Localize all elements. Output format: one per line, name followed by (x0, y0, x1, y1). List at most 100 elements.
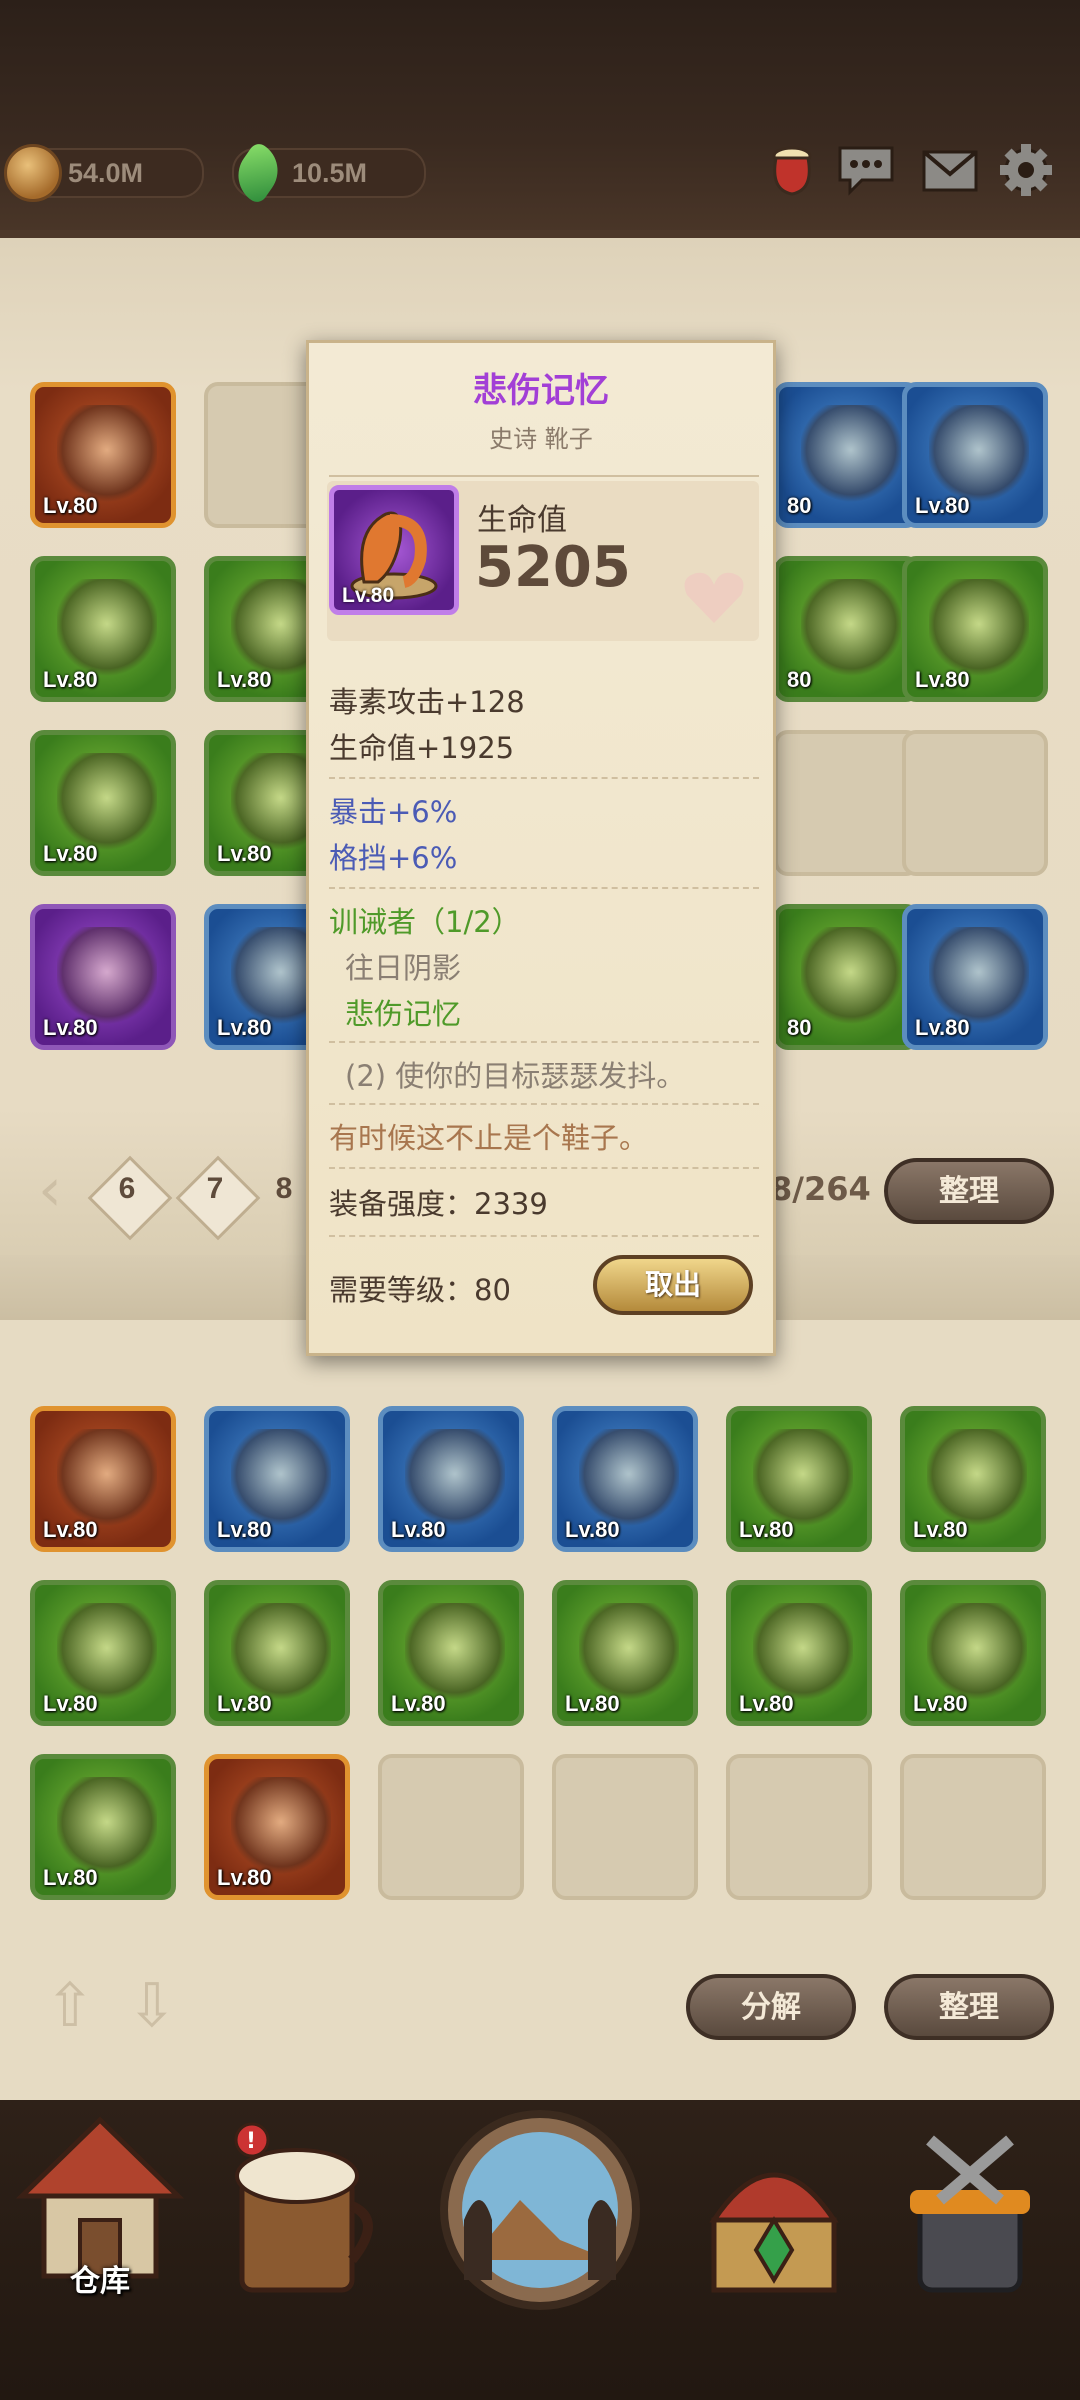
orb-icon (57, 1603, 157, 1703)
flavor-text: 有时候这不止是个鞋子。 (329, 1121, 649, 1155)
storage-slot[interactable]: Lv.80 (902, 556, 1048, 702)
tooltip-divider (329, 1103, 759, 1105)
flail-icon (231, 1777, 331, 1877)
storage-slot[interactable]: Lv.80 (902, 382, 1048, 528)
potion-icon[interactable] (762, 140, 822, 200)
nav-tavern[interactable]: ! (212, 2110, 392, 2310)
decompose-button[interactable]: 分解 (686, 1974, 856, 2040)
storage-slot[interactable]: Lv.80 (30, 556, 176, 702)
bonus-stat-1: 暴击+6% (329, 795, 458, 829)
bag-empty-slot[interactable] (726, 1754, 872, 1900)
tooltip-divider (329, 1167, 759, 1169)
storage-slot[interactable]: 80 (774, 382, 920, 528)
heart-icon (684, 572, 744, 623)
chat-icon[interactable] (836, 140, 896, 200)
item-level: Lv.80 (915, 1015, 970, 1040)
settings-icon[interactable] (996, 140, 1056, 200)
item-level: 80 (787, 493, 812, 518)
gem-icon (226, 140, 290, 206)
page-8-label: 8 (275, 1172, 293, 1205)
item-level: Lv.80 (217, 667, 272, 692)
mail-icon[interactable] (920, 140, 980, 200)
item-level: Lv.80 (915, 667, 970, 692)
item-level: Lv.80 (217, 1691, 272, 1716)
bag-slot[interactable]: Lv.80 (30, 1580, 176, 1726)
take-out-button[interactable]: 取出 (593, 1255, 753, 1315)
gem-counter[interactable]: 10.5M (226, 140, 426, 206)
storage-slot[interactable]: Lv.80 (30, 382, 176, 528)
nav-treasure[interactable] (684, 2110, 864, 2310)
gear-score: 装备强度：2339 (329, 1187, 548, 1221)
storage-empty-slot[interactable] (902, 730, 1048, 876)
boots-icon (57, 753, 157, 853)
storage-slot[interactable]: Lv.80 (30, 730, 176, 876)
scroll-down-arrow-icon[interactable]: ⇩ (122, 1976, 182, 2040)
storage-slot[interactable]: 80 (774, 556, 920, 702)
item-icon-level: Lv.80 (342, 584, 395, 607)
staff-icon (753, 1429, 853, 1529)
storage-slot[interactable]: 80 (774, 904, 920, 1050)
gauntlet-icon (929, 579, 1029, 679)
horn-icon (57, 927, 157, 1027)
book-icon (231, 1429, 331, 1529)
storage-empty-slot[interactable] (774, 730, 920, 876)
bag-slot[interactable]: Lv.80 (552, 1406, 698, 1552)
bag-slot[interactable]: Lv.80 (204, 1580, 350, 1726)
chestplate-icon (801, 405, 901, 505)
bag-slot[interactable]: Lv.80 (30, 1406, 176, 1552)
item-level: 80 (787, 1015, 812, 1040)
storage-slot[interactable]: Lv.80 (902, 904, 1048, 1050)
nav-warehouse[interactable]: 仓库 (10, 2110, 190, 2310)
amulet-icon (579, 1603, 679, 1703)
circlet-icon (57, 405, 157, 505)
coin-counter[interactable]: 54.0M (4, 144, 204, 202)
bag-slot[interactable]: Lv.80 (726, 1406, 872, 1552)
item-level: Lv.80 (565, 1691, 620, 1716)
item-level: Lv.80 (43, 493, 98, 518)
scroll-up-arrow-icon[interactable]: ⇧ (40, 1976, 100, 2040)
item-level: Lv.80 (913, 1691, 968, 1716)
item-level: Lv.80 (565, 1517, 620, 1542)
bag-sort-button[interactable]: 整理 (884, 1974, 1054, 2040)
bag-empty-slot[interactable] (900, 1754, 1046, 1900)
item-level: Lv.80 (915, 493, 970, 518)
treasure-icon (709, 2172, 839, 2293)
item-subtitle: 史诗 靴子 (489, 425, 593, 453)
set-item-2: 悲伤记忆 (345, 997, 462, 1031)
bag-slot[interactable]: Lv.80 (378, 1580, 524, 1726)
nav-forge[interactable] (880, 2110, 1060, 2310)
bag-slot[interactable]: Lv.80 (726, 1580, 872, 1726)
set-bonus: (2) 使你的目标瑟瑟发抖。 (345, 1059, 686, 1093)
item-icon: Lv.80 (329, 485, 459, 615)
forge-icon (910, 2135, 1030, 2293)
storage-slot[interactable]: Lv.80 (30, 904, 176, 1050)
tooltip-divider (329, 777, 759, 779)
feather-hat-icon (231, 1603, 331, 1703)
bag-slot[interactable]: Lv.80 (30, 1754, 176, 1900)
cloak-icon (801, 927, 901, 1027)
bag-empty-slot[interactable] (552, 1754, 698, 1900)
tooltip-divider (329, 475, 759, 477)
tooltip-divider (329, 1041, 759, 1043)
item-level: Lv.80 (217, 841, 272, 866)
bag-slot[interactable]: Lv.80 (900, 1406, 1046, 1552)
bag-empty-slot[interactable] (378, 1754, 524, 1900)
bag-slot[interactable]: Lv.80 (204, 1406, 350, 1552)
page-7-label: 7 (206, 1172, 224, 1205)
storage-count: 8/264 (770, 1170, 871, 1208)
svg-text:!: ! (246, 2129, 256, 2154)
coin-icon (4, 144, 62, 202)
bag-slot[interactable]: Lv.80 (204, 1754, 350, 1900)
set-name: 训诫者（1/2） (329, 905, 521, 939)
storage-sort-button[interactable]: 整理 (884, 1158, 1054, 1224)
item-level: Lv.80 (391, 1691, 446, 1716)
nav-adventure[interactable] (430, 2090, 650, 2310)
bag-slot[interactable]: Lv.80 (900, 1580, 1046, 1726)
yellow-cape-icon (927, 1603, 1027, 1703)
bag-slot[interactable]: Lv.80 (552, 1580, 698, 1726)
tooltip-divider (329, 887, 759, 889)
dagger-icon (927, 1429, 1027, 1529)
prev-page-arrow-icon[interactable]: ‹ (20, 1160, 80, 1224)
nasal-helmet-icon (405, 1603, 505, 1703)
bag-slot[interactable]: Lv.80 (378, 1406, 524, 1552)
